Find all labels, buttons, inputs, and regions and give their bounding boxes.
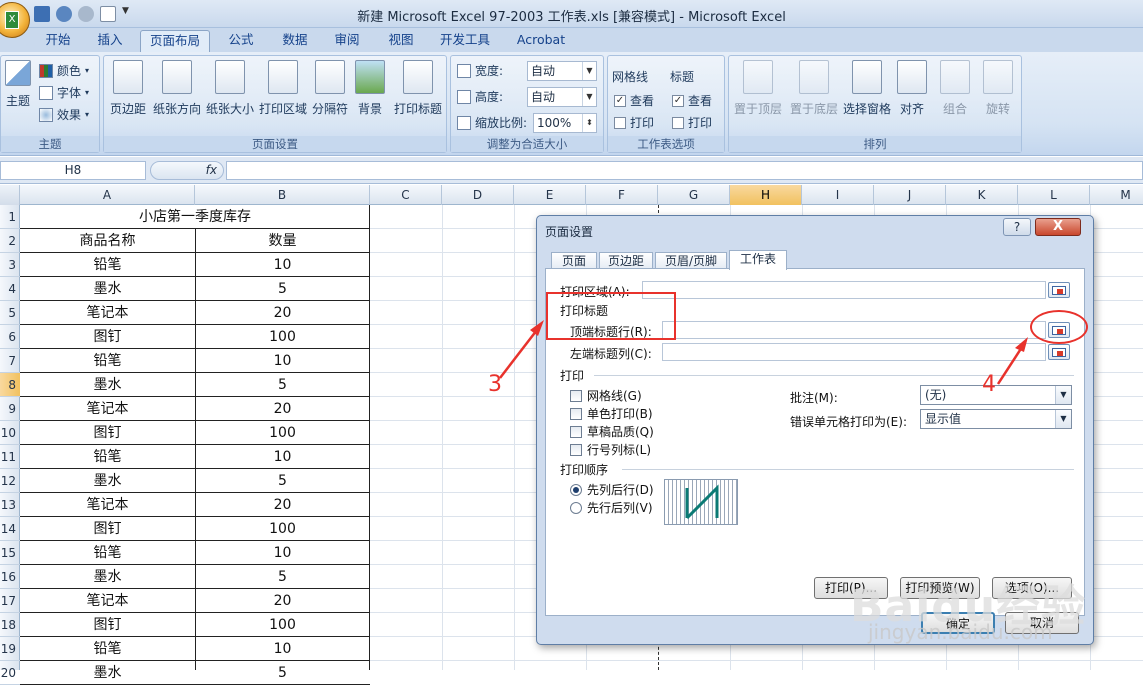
excel-logo-icon: X xyxy=(5,11,19,29)
dialog-tab-sheet[interactable]: 工作表 xyxy=(729,250,787,270)
step-label-3: 3 xyxy=(488,372,502,397)
watermark-url: jingyan.baidu.com xyxy=(868,620,1053,644)
step-label-4: 4 xyxy=(982,372,996,397)
